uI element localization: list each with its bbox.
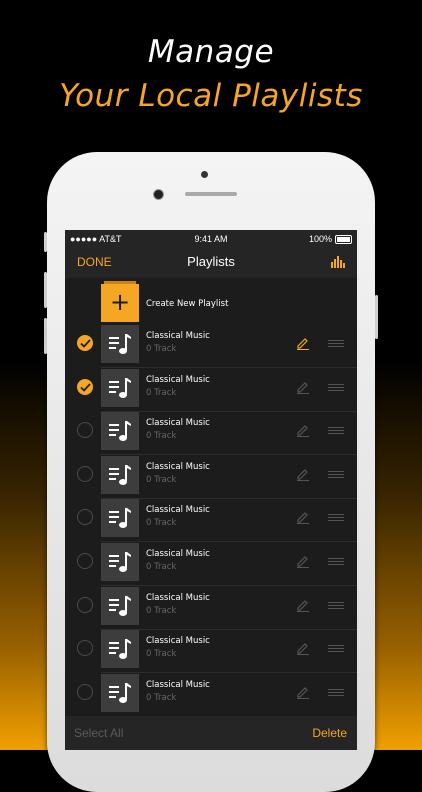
playlist-row[interactable]: Classical Music 0 Track bbox=[65, 322, 357, 368]
playlist-track-count: 0 Track bbox=[146, 431, 177, 442]
playlist-title: Classical Music bbox=[146, 461, 210, 472]
headline-manage: Manage bbox=[147, 34, 275, 70]
music-note-icon bbox=[101, 325, 139, 363]
checkbox-icon[interactable] bbox=[77, 553, 93, 569]
playlist-track-count: 0 Track bbox=[146, 387, 177, 398]
equalizer-icon[interactable] bbox=[331, 256, 345, 268]
reorder-handle-icon[interactable] bbox=[328, 688, 344, 697]
music-note-icon bbox=[101, 543, 139, 581]
reorder-handle-icon[interactable] bbox=[328, 470, 344, 479]
volume-up-button bbox=[44, 272, 47, 308]
headline-subtitle: Your Local Playlists bbox=[59, 78, 363, 114]
reorder-handle-icon[interactable] bbox=[328, 601, 344, 610]
checkbox-icon[interactable] bbox=[77, 465, 93, 482]
status-bar: ●●●●● AT&T 9:41 AM 100% bbox=[65, 230, 357, 248]
earpiece bbox=[185, 192, 237, 196]
playlist-title: Classical Music bbox=[146, 505, 210, 516]
create-playlist-row[interactable]: + Create New Playlist bbox=[65, 278, 357, 322]
playlist-title: Classical Music bbox=[146, 549, 210, 559]
playlist-row[interactable]: Classical Music 0 Track bbox=[65, 496, 357, 543]
delete-button[interactable]: Delete bbox=[312, 726, 347, 740]
playlist-title: Classical Music bbox=[146, 418, 210, 429]
app-screen: ●●●●● AT&T 9:41 AM 100% DONE Playlists +… bbox=[65, 230, 357, 750]
nav-bar: DONE Playlists bbox=[65, 248, 357, 276]
music-note-icon bbox=[101, 673, 139, 712]
add-playlist-icon[interactable]: + bbox=[101, 281, 139, 322]
page-title: Playlists bbox=[187, 254, 235, 269]
pencil-icon[interactable] bbox=[296, 641, 310, 660]
playlist-track-count: 0 Track bbox=[146, 692, 177, 703]
playlist-row[interactable]: Classical Music 0 Track bbox=[65, 671, 357, 717]
playlist-track-count: 0 Track bbox=[146, 605, 177, 616]
pencil-icon[interactable] bbox=[296, 598, 310, 617]
reorder-handle-icon[interactable] bbox=[328, 645, 344, 653]
front-camera bbox=[153, 189, 164, 200]
playlist-track-count: 0 Track bbox=[146, 649, 177, 660]
mute-switch bbox=[44, 232, 47, 252]
playlist-track-count: 0 Track bbox=[146, 344, 177, 354]
music-note-icon bbox=[101, 586, 139, 625]
pencil-icon[interactable] bbox=[296, 423, 310, 442]
reorder-handle-icon[interactable] bbox=[328, 514, 344, 522]
pencil-icon[interactable] bbox=[296, 467, 310, 486]
pencil-icon[interactable] bbox=[296, 336, 310, 355]
playlist-title: Classical Music bbox=[146, 592, 210, 603]
playlist-row[interactable]: Classical Music 0 Track bbox=[65, 627, 357, 674]
reorder-handle-icon[interactable] bbox=[328, 427, 344, 435]
battery-icon bbox=[335, 235, 352, 244]
checkbox-icon[interactable] bbox=[77, 335, 93, 351]
music-note-icon bbox=[101, 499, 139, 538]
checkbox-icon[interactable] bbox=[77, 422, 93, 439]
playlist-title: Classical Music bbox=[146, 636, 210, 647]
create-playlist-label: Create New Playlist bbox=[146, 299, 229, 309]
power-button bbox=[375, 295, 378, 339]
playlist-title: Classical Music bbox=[146, 679, 210, 690]
music-note-icon bbox=[101, 630, 139, 669]
volume-down-button bbox=[44, 318, 47, 354]
playlist-row[interactable]: Classical Music 0 Track bbox=[65, 453, 357, 499]
front-sensor bbox=[201, 171, 208, 178]
checkbox-icon[interactable] bbox=[77, 640, 93, 657]
playlist-track-count: 0 Track bbox=[146, 518, 177, 529]
battery-percent: 100% bbox=[308, 234, 332, 244]
bottom-toolbar: Select All Delete bbox=[65, 716, 357, 750]
checkbox-icon[interactable] bbox=[77, 378, 93, 395]
select-all-button[interactable]: Select All bbox=[74, 726, 123, 740]
playlist-row[interactable]: Classical Music 0 Track bbox=[65, 584, 357, 630]
playlist-row[interactable]: Classical Music 0 Track bbox=[65, 540, 357, 586]
reorder-handle-icon[interactable] bbox=[328, 558, 344, 566]
checkbox-icon[interactable] bbox=[77, 596, 93, 613]
playlist-track-count: 0 Track bbox=[146, 562, 177, 572]
playlist-track-count: 0 Track bbox=[146, 474, 177, 485]
playlist-row[interactable]: Classical Music 0 Track bbox=[65, 366, 357, 412]
reorder-handle-icon[interactable] bbox=[328, 340, 344, 348]
music-note-icon bbox=[101, 455, 139, 494]
checkbox-icon[interactable] bbox=[77, 509, 93, 526]
playlist-row[interactable]: Classical Music 0 Track bbox=[65, 409, 357, 456]
checkbox-icon[interactable] bbox=[77, 683, 93, 700]
playlist-title: Classical Music bbox=[146, 374, 210, 385]
reorder-handle-icon[interactable] bbox=[328, 383, 344, 392]
music-note-icon bbox=[101, 368, 139, 407]
pencil-icon[interactable] bbox=[296, 510, 310, 529]
pencil-icon[interactable] bbox=[296, 380, 310, 399]
pencil-icon[interactable] bbox=[296, 554, 310, 573]
playlist-list: + Create New Playlist Classical Music 0 T… bbox=[65, 278, 357, 717]
playlist-title: Classical Music bbox=[146, 331, 210, 341]
pencil-icon[interactable] bbox=[296, 685, 310, 704]
music-note-icon bbox=[101, 412, 139, 451]
